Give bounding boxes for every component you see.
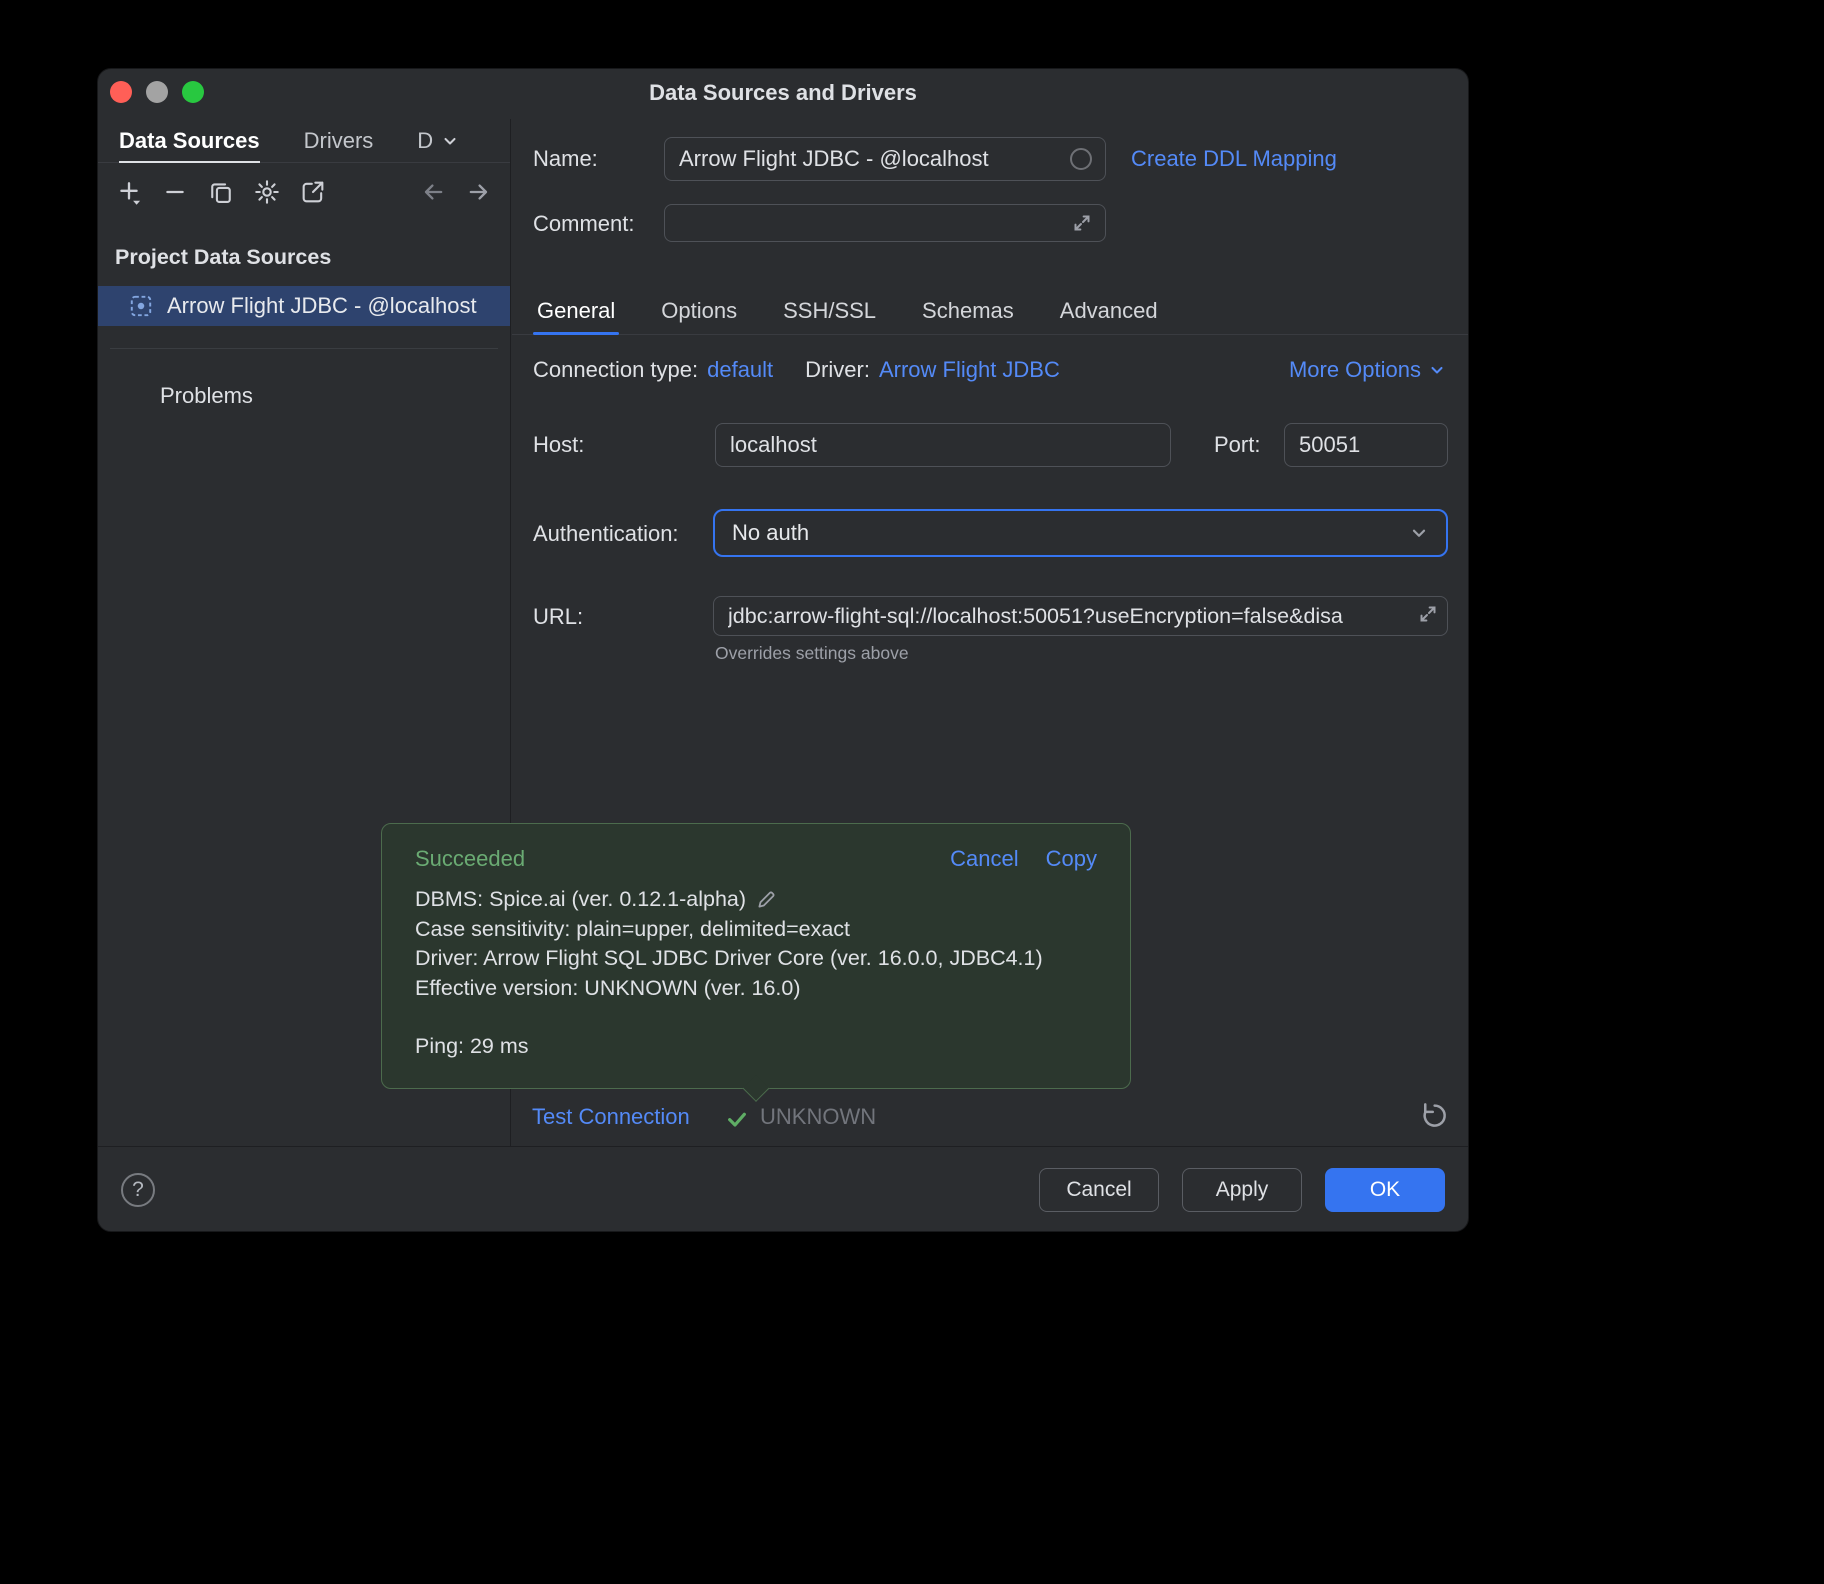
comment-label: Comment:: [533, 211, 634, 237]
check-icon: [725, 1107, 749, 1131]
pencil-icon[interactable]: [755, 889, 777, 911]
authentication-value: No auth: [732, 520, 809, 546]
sidebar-divider: [110, 348, 498, 349]
expand-icon[interactable]: [1418, 604, 1438, 624]
back-button[interactable]: [414, 173, 452, 211]
footer-bar: ? Cancel Apply OK: [98, 1146, 1468, 1232]
project-data-sources-header: Project Data Sources: [115, 245, 331, 270]
gear-icon: [253, 178, 281, 206]
sidebar-toolbar: [98, 163, 510, 221]
settings-tab-bar: General Options SSH/SSL Schemas Advanced: [512, 287, 1469, 335]
popup-status: Succeeded: [415, 846, 525, 872]
titlebar: Data Sources and Drivers: [98, 69, 1468, 119]
more-options-link[interactable]: More Options: [1289, 357, 1446, 383]
driver-icon: [128, 293, 154, 319]
port-label: Port:: [1214, 432, 1260, 458]
popup-cancel-link[interactable]: Cancel: [950, 846, 1018, 872]
ok-button[interactable]: OK: [1325, 1168, 1445, 1212]
tab-ddl-label: D: [417, 128, 433, 154]
apply-button[interactable]: Apply: [1182, 1168, 1302, 1212]
help-button[interactable]: ?: [121, 1173, 155, 1207]
data-source-item-label: Arrow Flight JDBC - @localhost: [167, 293, 477, 319]
url-label: URL:: [533, 604, 583, 630]
driver-value-link[interactable]: Arrow Flight JDBC: [879, 357, 1060, 383]
sidebar-tab-bar: Data Sources Drivers D: [98, 119, 510, 163]
create-ddl-mapping-link[interactable]: Create DDL Mapping: [1131, 146, 1337, 172]
remove-data-source-button[interactable]: [156, 173, 194, 211]
test-connection-link[interactable]: Test Connection: [532, 1104, 690, 1130]
chevron-down-icon: [1409, 523, 1429, 543]
cancel-button[interactable]: Cancel: [1039, 1168, 1159, 1212]
url-input[interactable]: [713, 596, 1448, 636]
driver-label: Driver:: [805, 357, 870, 383]
tab-schemas[interactable]: Schemas: [922, 287, 1014, 334]
add-data-source-button[interactable]: [110, 173, 148, 211]
popup-body: DBMS: Spice.ai (ver. 0.12.1-alpha) Case …: [382, 872, 1130, 1062]
more-options-label: More Options: [1289, 357, 1421, 383]
window-title: Data Sources and Drivers: [98, 80, 1468, 106]
plus-icon: [115, 178, 143, 206]
popup-dbms-line: DBMS: Spice.ai (ver. 0.12.1-alpha): [415, 885, 746, 915]
minus-icon: [161, 178, 189, 206]
authentication-select[interactable]: No auth: [713, 509, 1448, 557]
chevron-down-icon: [441, 132, 459, 150]
tab-data-sources[interactable]: Data Sources: [119, 119, 260, 162]
data-sources-dialog: Data Sources and Drivers Data Sources Dr…: [97, 68, 1469, 1232]
arrow-right-icon: [465, 178, 493, 206]
tab-ssh-ssl[interactable]: SSH/SSL: [783, 287, 876, 334]
chevron-down-icon: [1428, 361, 1446, 379]
port-input[interactable]: [1284, 423, 1448, 467]
popup-copy-link[interactable]: Copy: [1046, 846, 1097, 872]
revert-button[interactable]: [1416, 1097, 1452, 1133]
popup-version-line: Effective version: UNKNOWN (ver. 16.0): [415, 974, 801, 1004]
open-external-icon: [299, 178, 327, 206]
connection-type-row: Connection type: default Driver: Arrow F…: [533, 357, 1446, 383]
export-button[interactable]: [294, 173, 332, 211]
test-connection-result-popup: Succeeded Cancel Copy DBMS: Spice.ai (ve…: [381, 823, 1131, 1089]
popup-header: Succeeded Cancel Copy: [382, 824, 1130, 872]
undo-icon: [1419, 1100, 1449, 1130]
name-field-indicator-icon: [1070, 148, 1092, 170]
tab-options[interactable]: Options: [661, 287, 737, 334]
tab-general[interactable]: General: [537, 287, 615, 334]
name-input[interactable]: [664, 137, 1106, 181]
popup-case-line: Case sensitivity: plain=upper, delimited…: [415, 915, 850, 945]
data-source-properties-button[interactable]: [248, 173, 286, 211]
duplicate-button[interactable]: [202, 173, 240, 211]
connection-type-label: Connection type:: [533, 357, 698, 383]
copy-icon: [207, 178, 235, 206]
tab-ddl-mappings-truncated[interactable]: D: [417, 119, 459, 162]
host-input[interactable]: [715, 423, 1171, 467]
sidebar-item-problems[interactable]: Problems: [160, 383, 253, 409]
authentication-label: Authentication:: [533, 521, 679, 547]
tab-advanced[interactable]: Advanced: [1060, 287, 1158, 334]
popup-driver-line: Driver: Arrow Flight SQL JDBC Driver Cor…: [415, 944, 1043, 974]
comment-input[interactable]: [664, 204, 1106, 242]
expand-icon[interactable]: [1072, 213, 1092, 233]
arrow-left-icon: [419, 178, 447, 206]
url-note: Overrides settings above: [715, 643, 909, 664]
popup-ping: Ping: 29 ms: [415, 1032, 1097, 1062]
tab-drivers[interactable]: Drivers: [304, 119, 374, 162]
test-connection-status: UNKNOWN: [760, 1104, 876, 1130]
name-label: Name:: [533, 146, 598, 172]
connection-type-value-link[interactable]: default: [707, 357, 773, 383]
data-source-item-selected[interactable]: Arrow Flight JDBC - @localhost: [98, 286, 510, 326]
forward-button[interactable]: [460, 173, 498, 211]
host-label: Host:: [533, 432, 584, 458]
